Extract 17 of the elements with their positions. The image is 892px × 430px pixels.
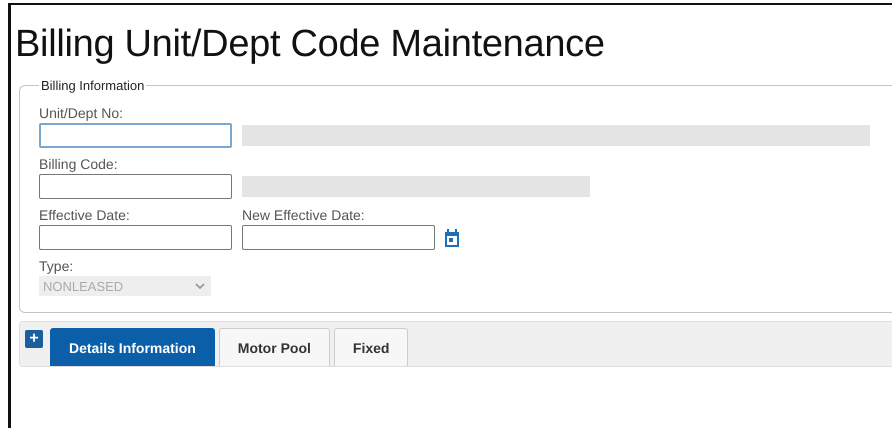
field-label: New Effective Date: xyxy=(242,207,366,223)
tab[interactable]: Motor Pool xyxy=(218,328,330,366)
page-title: Billing Unit/Dept Code Maintenance xyxy=(15,23,606,66)
field-label: Unit/Dept No: xyxy=(39,105,124,121)
panel-legend: Billing Information xyxy=(39,78,146,93)
chevron-icon xyxy=(195,282,205,290)
field-label: Billing Code: xyxy=(39,156,119,172)
tab[interactable]: Fixed xyxy=(334,328,408,366)
field-label: Type: xyxy=(39,258,74,274)
calendar-icon[interactable] xyxy=(444,228,460,246)
expand-button[interactable]: + xyxy=(25,330,43,348)
field-label: Effective Date: xyxy=(39,207,131,223)
input-field[interactable] xyxy=(39,225,232,250)
input-field[interactable] xyxy=(39,123,232,148)
date-field[interactable] xyxy=(242,225,435,250)
input-field[interactable] xyxy=(39,174,232,199)
tab[interactable]: Details Information xyxy=(50,328,215,366)
